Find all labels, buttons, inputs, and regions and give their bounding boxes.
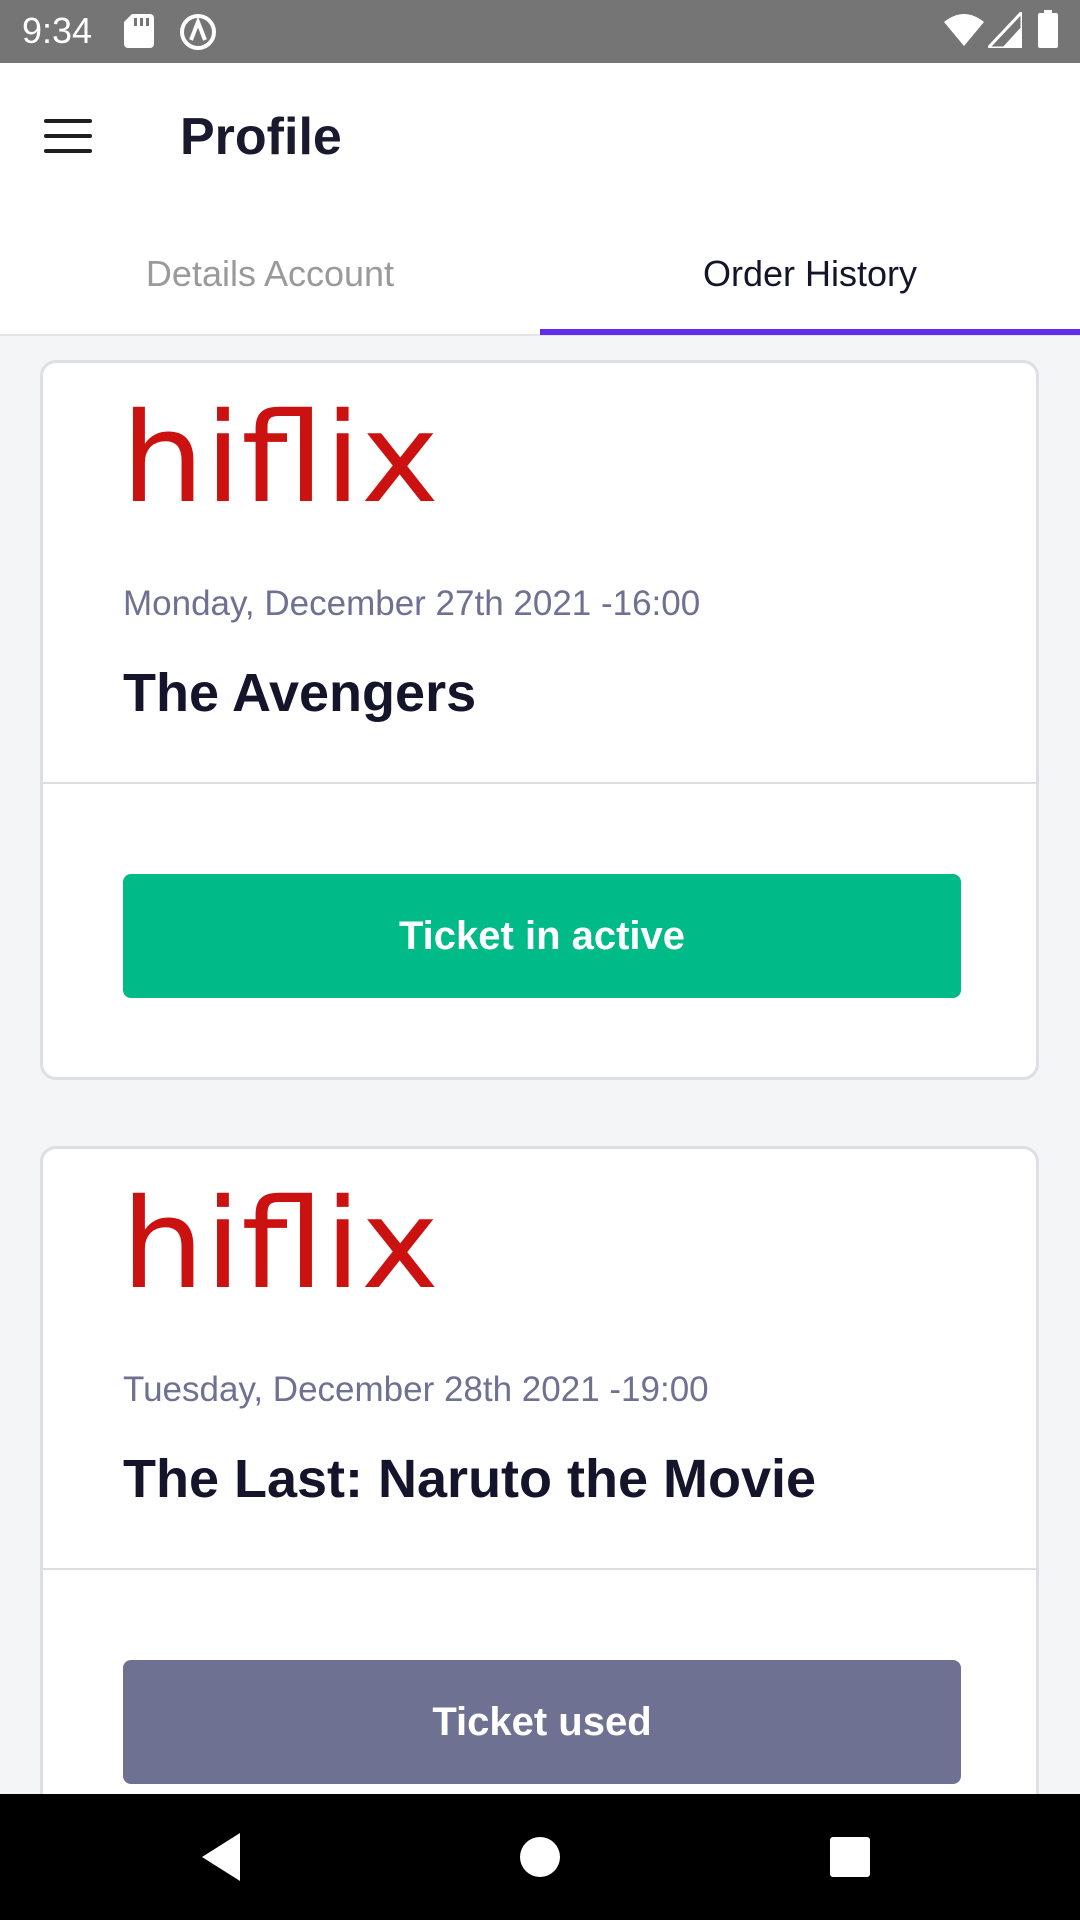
movie-title: The Last: Naruto the Movie — [123, 1449, 817, 1509]
status-time: 9:34 — [22, 10, 93, 51]
battery-icon — [1038, 10, 1058, 48]
brand-logo: hiflix — [121, 1191, 439, 1291]
ticket-status-button[interactable]: Ticket in active — [123, 874, 961, 998]
screen: 9:34 Profile Details Account Order Histo… — [0, 0, 1080, 1920]
order-card: hiflix Monday, December 27th 2021 -16:00… — [40, 360, 1039, 1080]
tab-order-history[interactable]: Order History — [540, 212, 1080, 334]
brand-logo-text: hiflix — [121, 1191, 439, 1291]
tab-selected-indicator — [540, 329, 1080, 335]
card-divider — [43, 1568, 1036, 1570]
app-bar: Profile — [0, 63, 1080, 212]
page-title: Profile — [180, 108, 342, 166]
sd-card-icon — [124, 14, 154, 48]
tab-bar: Details Account Order History — [0, 212, 1080, 336]
recents-icon[interactable] — [818, 1825, 882, 1889]
tab-details-account[interactable]: Details Account — [0, 212, 540, 334]
order-datetime: Monday, December 27th 2021 -16:00 — [123, 584, 701, 623]
ticket-status-button[interactable]: Ticket used — [123, 1660, 961, 1784]
brand-logo-text: hiflix — [121, 405, 439, 505]
system-nav-bar — [0, 1794, 1080, 1920]
home-icon[interactable] — [508, 1825, 572, 1889]
brand-logo: hiflix — [121, 405, 439, 505]
movie-title: The Avengers — [123, 663, 477, 723]
wifi-icon — [944, 14, 984, 46]
signal-icon — [988, 12, 1022, 48]
card-divider — [43, 782, 1036, 784]
hamburger-menu-icon[interactable] — [44, 119, 92, 155]
status-bar: 9:34 — [0, 0, 1080, 63]
back-icon[interactable] — [192, 1825, 256, 1889]
vpn-icon — [180, 14, 216, 50]
order-datetime: Tuesday, December 28th 2021 -19:00 — [123, 1370, 709, 1409]
